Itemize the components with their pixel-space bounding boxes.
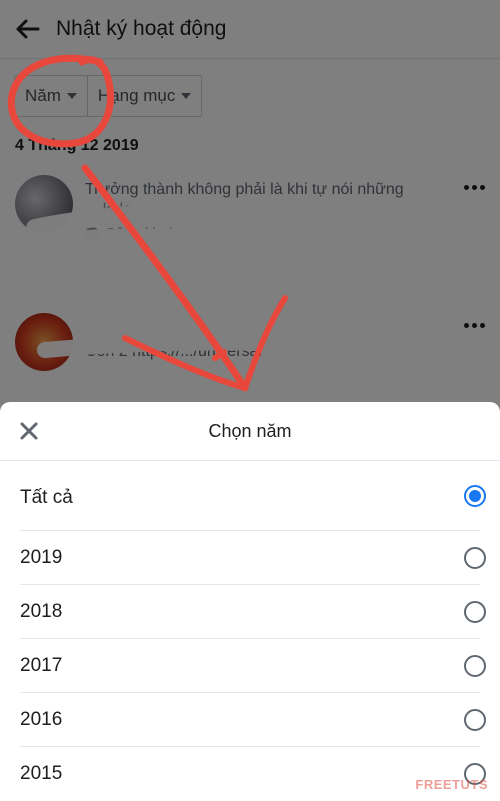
radio-icon[interactable] xyxy=(464,547,486,569)
close-button[interactable] xyxy=(14,416,44,446)
option-label: 2018 xyxy=(20,601,63,622)
year-option-2019[interactable]: 2019 xyxy=(0,531,500,585)
option-label: 2015 xyxy=(20,763,63,784)
year-option-all[interactable]: Tất cả xyxy=(0,461,500,531)
close-icon xyxy=(20,422,38,440)
sheet-header: Chọn năm xyxy=(0,402,500,461)
option-label: 2019 xyxy=(20,547,63,568)
watermark-logo: FREETUTS xyxy=(415,777,488,792)
radio-icon[interactable] xyxy=(464,601,486,623)
sheet-title: Chọn năm xyxy=(208,420,292,441)
year-option-2016[interactable]: 2016 xyxy=(0,693,500,747)
year-picker-sheet: Chọn năm Tất cả 2019 2018 2017 2016 2015… xyxy=(0,402,500,800)
radio-icon[interactable] xyxy=(464,709,486,731)
year-option-2017[interactable]: 2017 xyxy=(0,639,500,693)
radio-selected-icon[interactable] xyxy=(464,485,486,507)
option-label: 2017 xyxy=(20,655,63,676)
option-label: Tất cả xyxy=(20,487,73,508)
year-option-2015[interactable]: 2015 xyxy=(0,747,500,801)
year-option-list: Tất cả 2019 2018 2017 2016 2015 xyxy=(0,461,500,801)
year-option-2018[interactable]: 2018 xyxy=(0,585,500,639)
radio-icon[interactable] xyxy=(464,655,486,677)
option-label: 2016 xyxy=(20,709,63,730)
